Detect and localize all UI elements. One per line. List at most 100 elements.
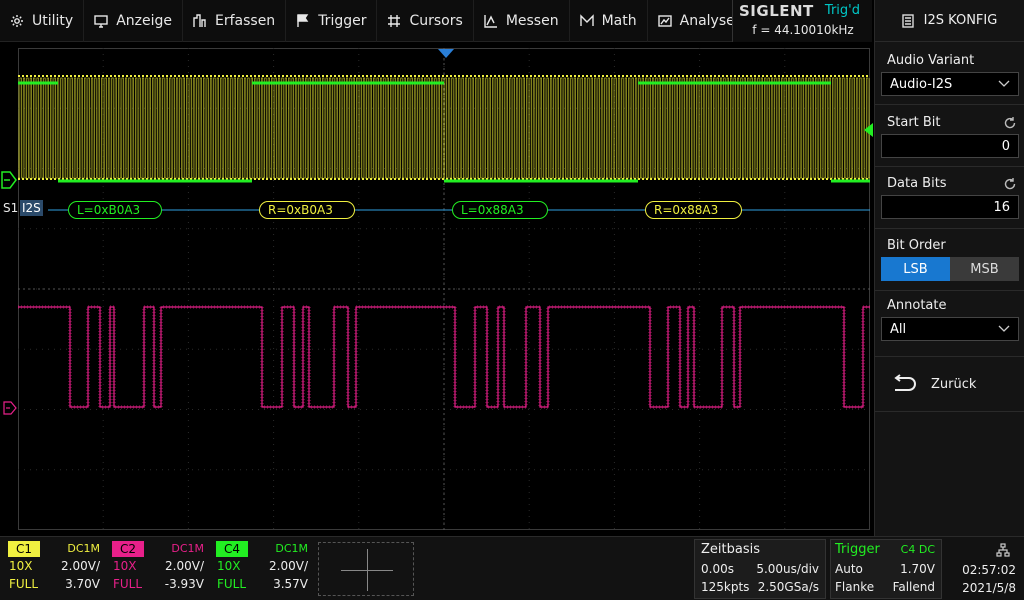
trigger-level: 1.70V <box>900 562 935 576</box>
c1-bandwidth: FULL <box>9 577 39 591</box>
panel-title-label: I2S KONFIG <box>923 13 998 28</box>
data-bits-input[interactable]: 16 <box>881 195 1019 219</box>
c2-level-marker[interactable] <box>2 400 18 416</box>
menu-utility-label: Utility <box>32 13 74 29</box>
c4-scale: 2.00V/ <box>269 559 308 573</box>
chevron-down-icon <box>998 325 1010 332</box>
c2-offset: -3.93V <box>164 577 204 591</box>
start-bit-input[interactable]: 0 <box>881 134 1019 158</box>
c4-tag: C4 <box>216 541 249 557</box>
bottom-status-bar: C1 DC1M 10X 2.00V/ FULL 3.70V C2 DC1M 10X 2.0… <box>0 536 1024 600</box>
bit-order-toggle[interactable]: LSB MSB <box>881 257 1019 281</box>
c2-coupling: DC1M <box>171 542 204 555</box>
c1-scale: 2.00V/ <box>61 559 100 573</box>
timebase-scale: 5.00us/div <box>756 562 819 576</box>
timebase-info[interactable]: Zeitbasis 0.00s 5.00us/div 125kpts 2.50GSa… <box>694 539 826 599</box>
network-icon <box>996 543 1010 557</box>
brand-status: SIGLENT Trig'd f = 44.10010kHz <box>732 0 872 42</box>
bit-order-msb[interactable]: MSB <box>950 257 1019 281</box>
bit-order-lsb[interactable]: LSB <box>881 257 950 281</box>
menu-erfassen[interactable]: Erfassen <box>183 0 287 42</box>
c4-coupling: DC1M <box>275 542 308 555</box>
bit-order-label: Bit Order <box>887 238 946 253</box>
menu-anzeige-label: Anzeige <box>116 13 172 29</box>
waveform-display[interactable] <box>18 48 870 530</box>
channel-c1-info[interactable]: C1 DC1M 10X 2.00V/ FULL 3.70V <box>4 541 104 597</box>
math-icon <box>579 14 594 26</box>
trigger-mode: Auto <box>835 562 863 576</box>
siglent-logo: SIGLENT <box>739 2 814 20</box>
timebase-delay: 0.00s <box>701 562 734 576</box>
i2s-config-panel: I2S KONFIG Audio Variant Audio-I2S Start… <box>874 0 1024 536</box>
waveforms <box>18 75 870 409</box>
timebase-memory: 125kpts <box>701 580 750 594</box>
data-bits-label: Data Bits <box>875 173 1024 195</box>
audio-variant-label: Audio Variant <box>887 53 975 68</box>
measure-icon <box>484 15 497 28</box>
trigger-slope: Fallend <box>892 580 935 594</box>
channel-c2-info[interactable]: C2 DC1M 10X 2.00V/ FULL -3.93V <box>108 541 208 597</box>
annotate-select[interactable]: All <box>881 317 1019 341</box>
c2-scale: 2.00V/ <box>165 559 204 573</box>
timebase-sample-rate: 2.50GSa/s <box>757 580 819 594</box>
menu-anzeige[interactable]: Anzeige <box>84 0 183 42</box>
c4-offset: 3.57V <box>273 577 308 591</box>
bit-order-section: Bit Order LSB MSB <box>875 235 1024 281</box>
c2-probe: 10X <box>113 559 137 573</box>
menu-math[interactable]: Math <box>570 0 648 42</box>
clock-date: 2021/5/8 <box>962 581 1016 595</box>
reset-icon[interactable] <box>1003 116 1017 130</box>
back-button[interactable]: Zurück <box>875 356 1024 412</box>
protocol-tag: I2S <box>20 200 43 216</box>
data-bits-value: 16 <box>993 199 1010 215</box>
c1-offset: 3.70V <box>65 577 100 591</box>
start-bit-label: Start Bit <box>875 112 1024 134</box>
clock-time: 02:57:02 <box>962 563 1016 577</box>
menu-messen[interactable]: Messen <box>474 0 570 42</box>
trigger-level-marker[interactable] <box>862 122 874 138</box>
audio-variant-section: Audio Variant Audio-I2S <box>875 50 1024 96</box>
monitor-icon <box>94 15 108 28</box>
audio-variant-value: Audio-I2S <box>890 76 953 92</box>
menu-math-label: Math <box>601 13 637 29</box>
trigger-info[interactable]: Trigger C4 DC Auto 1.70V Flanke Fallend <box>830 539 942 599</box>
channel-c4-info[interactable]: C4 DC1M 10X 2.00V/ FULL 3.57V <box>212 541 312 597</box>
decode-frame: R=0x88A3 <box>645 201 742 219</box>
audio-variant-select[interactable]: Audio-I2S <box>881 72 1019 96</box>
c4-level-marker[interactable] <box>0 168 18 192</box>
annotate-value: All <box>890 321 907 337</box>
start-bit-label-text: Start Bit <box>887 115 941 130</box>
analyse-icon <box>657 15 672 27</box>
c2-tag: C2 <box>112 541 145 557</box>
crosshair-icon <box>388 15 401 27</box>
c1-coupling: DC1M <box>67 542 100 555</box>
reset-icon[interactable] <box>1003 177 1017 191</box>
annotate-section: Annotate All <box>875 295 1024 341</box>
menu-trigger[interactable]: Trigger <box>286 0 378 42</box>
menu-cursors-label: Cursors <box>409 13 463 29</box>
c1-tag: C1 <box>8 541 41 557</box>
c4-bandwidth: FULL <box>217 577 247 591</box>
add-channel-button[interactable] <box>318 542 414 596</box>
trigger-status: Trig'd <box>824 3 860 18</box>
panel-title: I2S KONFIG <box>875 0 1024 42</box>
chevron-down-icon <box>998 80 1010 87</box>
bus-label: S1 <box>3 201 19 215</box>
c4-probe: 10X <box>217 559 241 573</box>
start-bit-value: 0 <box>1001 138 1010 154</box>
clock: 02:57:02 2021/5/8 <box>946 539 1022 599</box>
decode-frame: L=0xB0A3 <box>68 201 162 219</box>
timebase-title: Zeitbasis <box>701 542 760 557</box>
back-arrow-icon <box>894 374 916 391</box>
trigger-position-marker[interactable] <box>436 48 456 60</box>
menu-erfassen-label: Erfassen <box>215 13 276 29</box>
top-menu-bar: Utility Anzeige Erfassen Trigger Cursors… <box>0 0 746 42</box>
frequency-readout: f = 44.10010kHz <box>752 23 854 37</box>
menu-cursors[interactable]: Cursors <box>377 0 474 42</box>
document-icon <box>901 13 914 28</box>
data-bits-label-text: Data Bits <box>887 176 947 191</box>
trigger-source: C4 DC <box>900 543 935 556</box>
flag-icon <box>297 14 309 27</box>
menu-trigger-label: Trigger <box>318 13 367 29</box>
menu-utility[interactable]: Utility <box>0 0 85 42</box>
